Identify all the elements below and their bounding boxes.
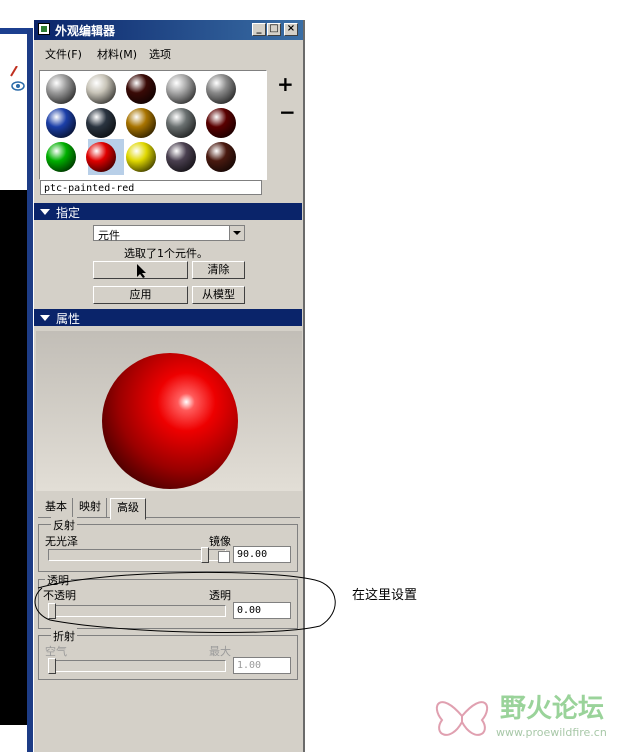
- material-swatch[interactable]: [46, 108, 76, 138]
- annotation-text: 在这里设置: [352, 588, 418, 603]
- material-swatch[interactable]: [86, 142, 116, 172]
- material-swatch[interactable]: [166, 142, 196, 172]
- reflection-end-box: [218, 551, 230, 563]
- menu-file[interactable]: 文件(F): [45, 46, 82, 62]
- maximize-button[interactable]: □: [267, 23, 281, 36]
- preview-sphere: [102, 353, 238, 489]
- reflection-slider-thumb[interactable]: [201, 547, 209, 563]
- selection-status: 选取了1个元件。: [124, 247, 208, 260]
- material-swatch[interactable]: [86, 74, 116, 104]
- material-swatch[interactable]: [126, 142, 156, 172]
- appearance-editor-window: 外观编辑器 _ □ × 文件(F) 材料(M) 选项 + − ptc-paint…: [33, 20, 305, 752]
- close-button[interactable]: ×: [284, 23, 298, 36]
- material-swatch[interactable]: [126, 108, 156, 138]
- forum-watermark: 野火论坛 www.proewildfire.cn: [430, 686, 640, 752]
- butterfly-logo-icon: [435, 701, 489, 736]
- reflection-right-label: 镜像: [209, 535, 231, 548]
- material-swatch[interactable]: [166, 108, 196, 138]
- properties-header-label: 属性: [56, 312, 81, 326]
- material-swatch[interactable]: [46, 74, 76, 104]
- menu-material[interactable]: 材料(M): [97, 46, 137, 62]
- tab-advanced[interactable]: 高级: [110, 498, 146, 520]
- title-bar[interactable]: 外观编辑器 _ □ ×: [34, 20, 303, 40]
- annotation-ellipse: [34, 571, 336, 634]
- material-swatch[interactable]: [206, 142, 236, 172]
- refraction-group: 折射 空气 最大 1.00: [38, 628, 298, 680]
- background-dark-area: [0, 190, 30, 725]
- reflection-value-field[interactable]: 90.00: [233, 546, 291, 563]
- dropdown-value: 元件: [98, 229, 120, 242]
- properties-section-header[interactable]: 属性: [34, 309, 302, 326]
- reflection-label: 反射: [51, 517, 77, 533]
- tab-mapping[interactable]: 映射: [74, 498, 107, 518]
- remove-material-button[interactable]: −: [279, 100, 296, 124]
- material-palette: [39, 70, 267, 180]
- menu-options[interactable]: 选项: [149, 46, 171, 62]
- reflection-group: 反射 无光泽 镜像 90.00: [38, 517, 298, 572]
- material-swatch[interactable]: [206, 74, 236, 104]
- material-swatch[interactable]: [86, 108, 116, 138]
- material-name-field[interactable]: ptc-painted-red: [40, 180, 262, 195]
- assign-target-dropdown[interactable]: 元件: [93, 225, 245, 242]
- watermark-name: 野火论坛: [500, 694, 605, 724]
- menu-bar: 文件(F) 材料(M) 选项: [34, 42, 303, 62]
- refraction-left-label: 空气: [45, 645, 67, 658]
- material-swatch[interactable]: [46, 142, 76, 172]
- clear-button[interactable]: 清除: [192, 261, 245, 279]
- watermark-url: www.proewildfire.cn: [496, 726, 607, 739]
- window-title: 外观编辑器: [55, 24, 116, 38]
- material-preview: [36, 331, 302, 491]
- material-swatch[interactable]: [166, 74, 196, 104]
- add-material-button[interactable]: +: [277, 72, 294, 96]
- collapse-triangle-icon: [40, 315, 50, 321]
- cursor-arrow-icon: [136, 264, 146, 278]
- chevron-down-icon[interactable]: [229, 226, 244, 240]
- refraction-right-label: 最大: [209, 645, 231, 658]
- refraction-slider-thumb: [48, 658, 56, 674]
- collapse-triangle-icon: [40, 209, 50, 215]
- apply-button[interactable]: 应用: [93, 286, 188, 304]
- app-icon: [38, 23, 50, 35]
- material-swatch[interactable]: [126, 74, 156, 104]
- reflection-left-label: 无光泽: [45, 535, 78, 548]
- material-swatch[interactable]: [206, 108, 236, 138]
- assign-header-label: 指定: [56, 206, 81, 220]
- refraction-slider-track: [48, 660, 226, 672]
- from-model-button[interactable]: 从模型: [192, 286, 245, 304]
- reflection-slider-track[interactable]: [48, 549, 226, 561]
- select-button[interactable]: [93, 261, 188, 279]
- assign-section-header[interactable]: 指定: [34, 203, 302, 220]
- tab-basic[interactable]: 基本: [40, 498, 73, 518]
- refraction-value-field: 1.00: [233, 657, 291, 674]
- minimize-button[interactable]: _: [252, 23, 266, 36]
